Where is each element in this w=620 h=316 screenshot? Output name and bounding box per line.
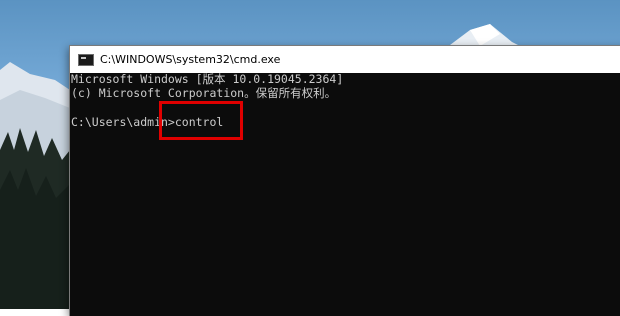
window-title: C:\WINDOWS\system32\cmd.exe <box>100 53 281 66</box>
title-bar[interactable]: C:\WINDOWS\system32\cmd.exe <box>70 46 620 73</box>
cmd-window[interactable]: C:\WINDOWS\system32\cmd.exe Microsoft Wi… <box>70 46 620 316</box>
highlight-annotation <box>159 101 243 140</box>
console-line-copyright: (c) Microsoft Corporation。保留所有权利。 <box>71 86 337 100</box>
console-output[interactable]: Microsoft Windows [版本 10.0.19045.2364] (… <box>70 73 620 316</box>
console-line-version: Microsoft Windows [版本 10.0.19045.2364] <box>71 72 344 86</box>
cmd-icon <box>78 53 94 66</box>
